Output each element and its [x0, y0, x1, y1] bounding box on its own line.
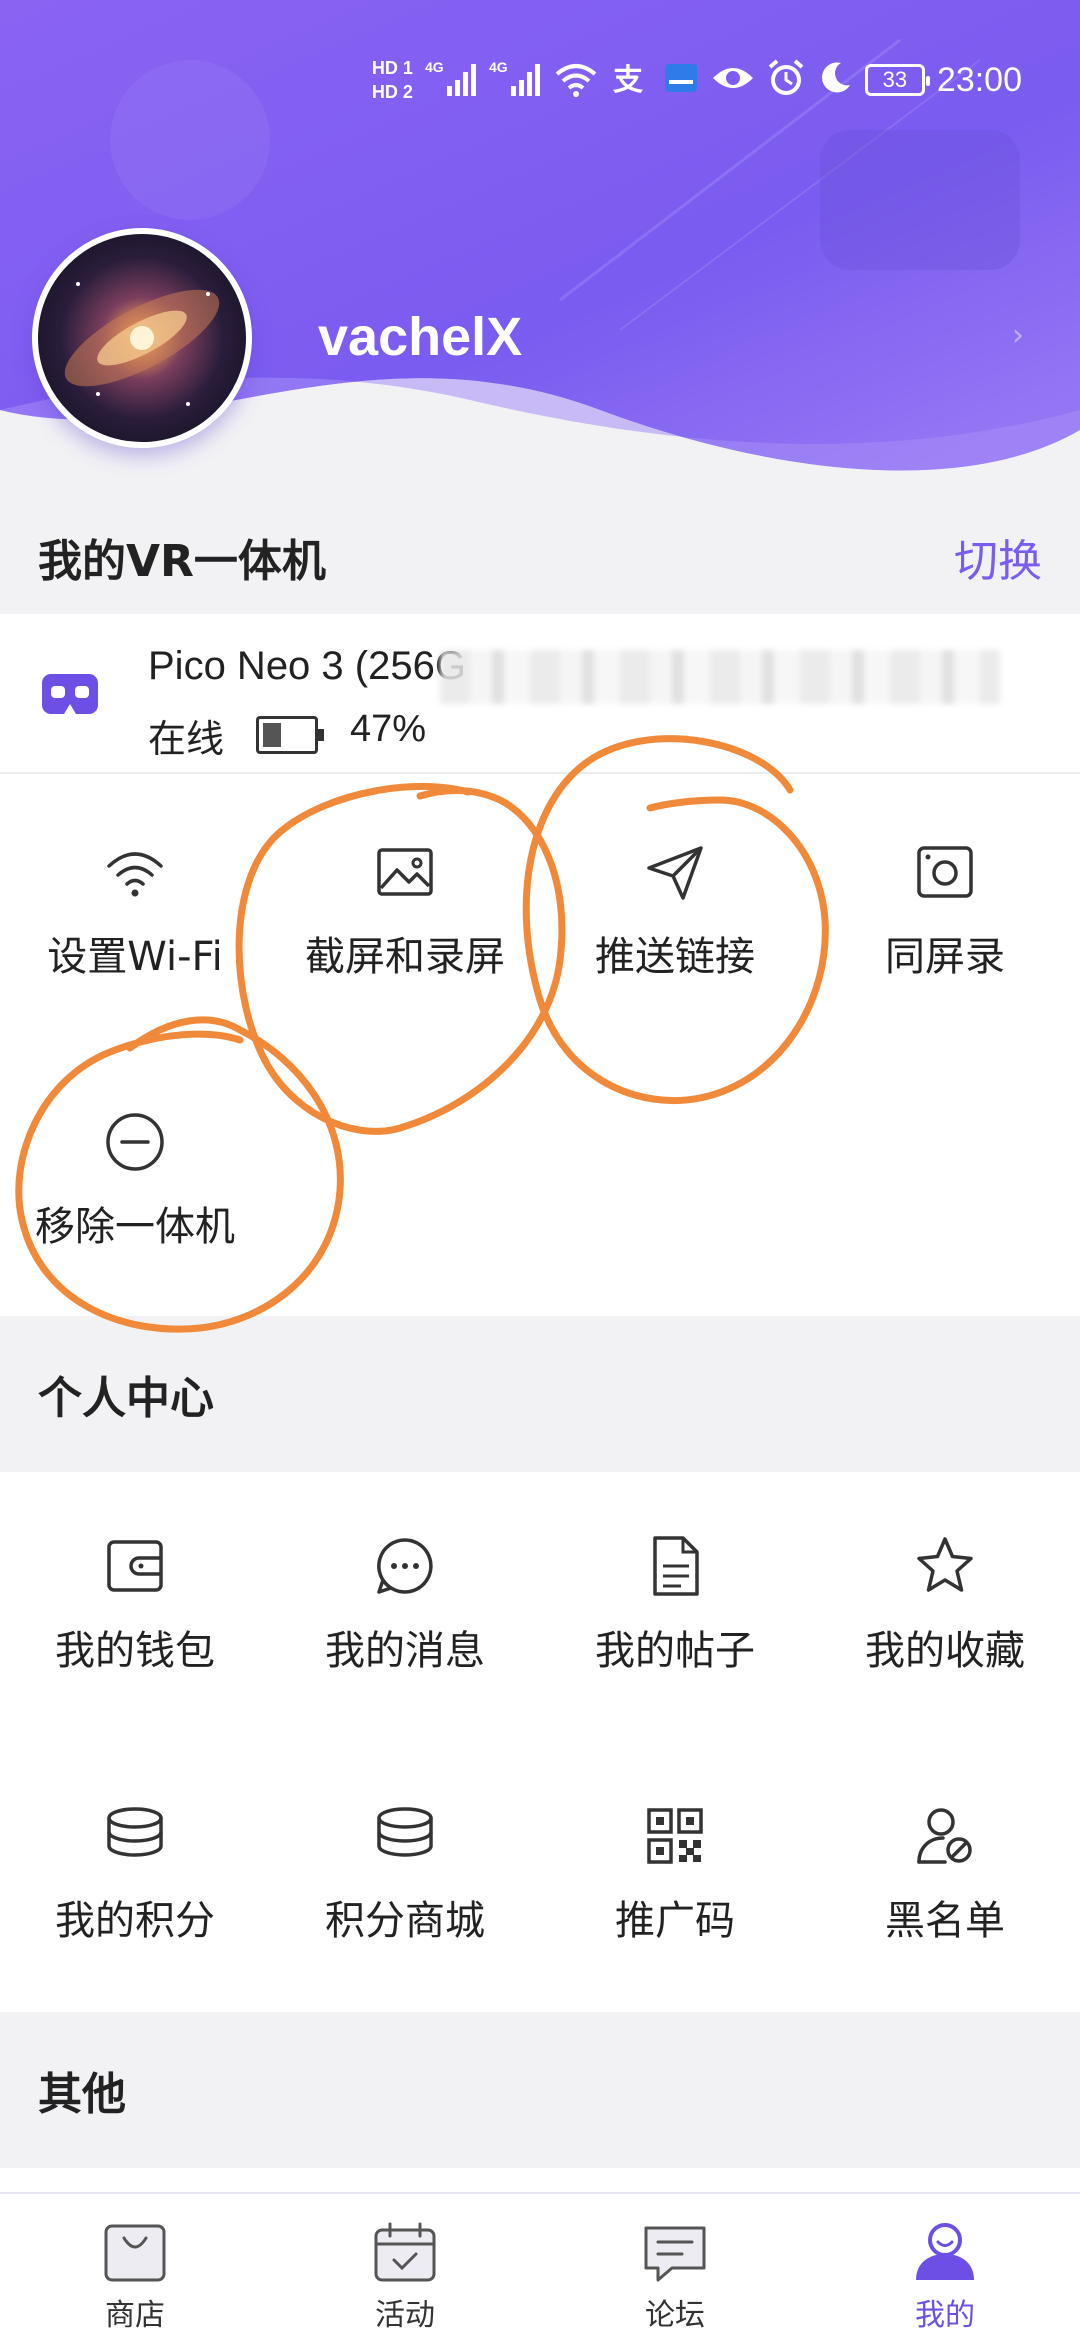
profile-icon [916, 2223, 974, 2280]
push-link-button[interactable]: 推送链接 [540, 840, 810, 982]
vr-section-header: 我的VR一体机 切换 [0, 500, 1080, 614]
qr-code-icon [647, 1808, 703, 1864]
status-bar: HD 1 HD 2 4G 4G 支 33 23:00 [372, 48, 1080, 112]
blacklist-label: 黑名单 [885, 1898, 1005, 1944]
switch-device-link[interactable]: 切换 [954, 525, 1042, 589]
username[interactable]: vachelX [318, 306, 522, 368]
document-icon [653, 1536, 699, 1596]
device-online-status: 在线 [148, 717, 225, 761]
other-section-title: 其他 [38, 2069, 126, 2120]
signal-icon-2: 4G [489, 58, 541, 102]
chevron-right-icon[interactable]: › [1012, 318, 1024, 353]
wallet-label: 我的钱包 [55, 1628, 215, 1674]
other-section-header: 其他 [0, 2012, 1080, 2168]
vr-actions-grid: 设置Wi-Fi 截屏和录屏 推送链接 同屏录 移除一体机 [0, 776, 1080, 1316]
star-icon [917, 1537, 973, 1592]
messages-button[interactable]: 我的消息 [270, 1534, 540, 1676]
promo-code-label: 推广码 [615, 1898, 735, 1944]
tab-shop-label: 商店 [105, 2298, 165, 2333]
image-icon [377, 848, 433, 896]
remove-device-label: 移除一体机 [35, 1204, 235, 1250]
moon-icon [817, 60, 853, 100]
avatar[interactable] [32, 228, 252, 448]
posts-label: 我的帖子 [595, 1628, 755, 1674]
tab-activity-label: 活动 [375, 2298, 435, 2333]
wallet-button[interactable]: 我的钱包 [0, 1534, 270, 1676]
alipay-icon: 支 [611, 58, 651, 102]
device-battery-icon [256, 716, 324, 754]
clock: 23:00 [936, 60, 1022, 99]
bottom-tab-bar: 商店 活动 论坛 我的 [0, 2192, 1080, 2340]
points-mall-label: 积分商城 [325, 1898, 485, 1944]
hd-indicator: HD 1 HD 2 [372, 59, 413, 101]
battery-indicator: 33 [864, 64, 930, 96]
send-icon [647, 846, 703, 900]
personal-section-title: 个人中心 [38, 1373, 214, 1424]
profile-header: HD 1 HD 2 4G 4G 支 33 23:00 vachelX › [0, 0, 1080, 500]
message-icon [377, 1538, 433, 1594]
coins-icon [107, 1807, 163, 1857]
svg-text:4G: 4G [489, 59, 508, 75]
wallet-icon [107, 1540, 163, 1592]
svg-text:支: 支 [613, 63, 643, 98]
camera-icon [917, 846, 973, 898]
redacted-serial [440, 650, 1000, 704]
messages-label: 我的消息 [325, 1628, 485, 1674]
hd1-label: HD 1 [371, 58, 413, 78]
tab-profile-label: 我的 [915, 2298, 975, 2333]
screen-record-button[interactable]: 同屏录 [810, 840, 1080, 982]
push-link-label: 推送链接 [595, 934, 755, 980]
coins-stack-icon [377, 1807, 433, 1857]
remove-device-button[interactable]: 移除一体机 [0, 1110, 270, 1252]
hd2-label: HD 2 [371, 82, 413, 102]
posts-button[interactable]: 我的帖子 [540, 1534, 810, 1676]
personal-section-header: 个人中心 [0, 1316, 1080, 1472]
minus-circle-icon [106, 1113, 164, 1171]
device-name: Pico Neo 3 (256G [148, 644, 466, 688]
tab-activity[interactable]: 活动 [270, 2194, 540, 2340]
personal-grid: 我的钱包 我的消息 我的帖子 我的收藏 我的积分 积分商城 推广码 黑名单 [0, 1472, 1080, 2012]
other-section-body [0, 2168, 1080, 2192]
device-card[interactable]: Pico Neo 3 (256G 在线 47% [0, 614, 1080, 774]
points-button[interactable]: 我的积分 [0, 1804, 270, 1946]
wifi-setup-button[interactable]: 设置Wi-Fi [0, 840, 270, 982]
user-block-icon [917, 1808, 972, 1864]
wifi-status-icon [553, 58, 599, 102]
alarm-icon [767, 59, 805, 101]
signal-icon: 4G [425, 58, 477, 102]
keyboard-icon [663, 60, 699, 100]
wifi-setup-label: 设置Wi-Fi [47, 934, 223, 980]
tab-forum-label: 论坛 [645, 2298, 705, 2333]
tab-forum[interactable]: 论坛 [540, 2194, 810, 2340]
eye-icon [711, 62, 755, 98]
wifi-icon [107, 852, 163, 897]
blacklist-button[interactable]: 黑名单 [810, 1804, 1080, 1946]
shop-bag-icon [104, 2224, 166, 2282]
forum-icon [644, 2226, 706, 2282]
points-mall-button[interactable]: 积分商城 [270, 1804, 540, 1946]
favorites-button[interactable]: 我的收藏 [810, 1534, 1080, 1676]
tab-profile[interactable]: 我的 [810, 2194, 1080, 2340]
vr-section-title: 我的VR一体机 [38, 536, 326, 587]
promo-code-button[interactable]: 推广码 [540, 1804, 810, 1946]
points-label: 我的积分 [55, 1898, 215, 1944]
screen-record-label: 同屏录 [885, 934, 1005, 980]
calendar-icon [374, 2222, 436, 2282]
screenshot-record-label: 截屏和录屏 [305, 934, 505, 980]
vr-headset-icon [42, 674, 98, 714]
device-battery-percent: 47% [350, 708, 427, 750]
tab-shop[interactable]: 商店 [0, 2194, 270, 2340]
screenshot-record-button[interactable]: 截屏和录屏 [270, 840, 540, 982]
favorites-label: 我的收藏 [865, 1628, 1025, 1674]
svg-text:4G: 4G [425, 59, 444, 75]
